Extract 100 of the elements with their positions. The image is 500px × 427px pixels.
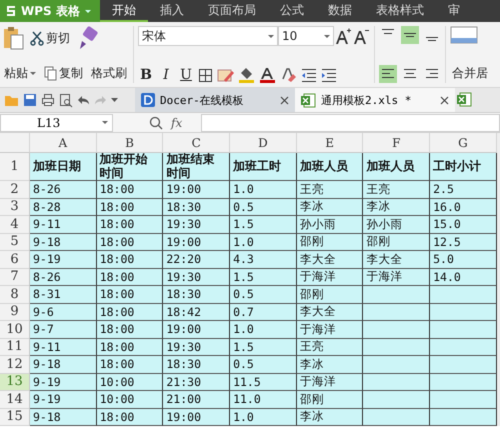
merge-cells-icon[interactable] <box>450 26 478 44</box>
printer-icon[interactable] <box>41 93 55 107</box>
menu-tab[interactable]: 页面布局 <box>196 0 268 22</box>
font-name-value: 宋体 <box>142 28 166 44</box>
table-cell: 18:30 <box>163 286 230 304</box>
increase-font-icon[interactable] <box>334 28 352 44</box>
table-cell: 19:00 <box>163 181 230 198</box>
row-header[interactable]: 4 <box>0 216 30 234</box>
table-cell: 9-6 <box>30 304 97 321</box>
row-header[interactable]: 10 <box>0 321 30 338</box>
table-cell: 于海洋 <box>296 374 364 391</box>
table-cell: 李大全 <box>363 251 430 268</box>
row-header[interactable]: 15 <box>0 408 30 426</box>
align-middle-icon[interactable] <box>401 26 419 44</box>
row-header[interactable]: 12 <box>0 356 30 374</box>
indent-increase-icon[interactable] <box>321 67 337 83</box>
scissors-icon <box>30 30 44 46</box>
row-header[interactable]: 8 <box>0 286 30 304</box>
row-header[interactable]: 5 <box>0 234 30 251</box>
menu-tab[interactable]: 审 <box>436 0 472 22</box>
name-box[interactable]: L13 <box>0 114 113 132</box>
merge-center-button[interactable]: 合并居 <box>450 64 490 83</box>
table-cell: 8-31 <box>30 286 97 304</box>
row-header[interactable]: 7 <box>0 268 30 286</box>
table-cell: 王亮 <box>363 181 430 198</box>
document-tab[interactable]: Docer-在线模板 <box>135 88 295 112</box>
row-header[interactable]: 11 <box>0 338 30 356</box>
table-cell: 1.5 <box>230 216 297 234</box>
table-cell: 10:00 <box>96 391 164 408</box>
paste-button[interactable]: 粘贴 <box>2 64 38 83</box>
copy-button[interactable]: 复制 <box>42 64 85 83</box>
column-header[interactable]: G <box>430 133 497 153</box>
dropdown-caret-icon[interactable] <box>111 98 118 102</box>
row-header[interactable]: 9 <box>0 304 30 321</box>
menu-tab[interactable]: 插入 <box>148 0 196 22</box>
table-cell: 18:00 <box>96 321 164 338</box>
italic-button[interactable]: I <box>158 67 174 83</box>
table-cell: 18:00 <box>96 181 164 198</box>
table-cell: 1.0 <box>230 234 297 251</box>
bold-button[interactable]: B <box>138 67 154 83</box>
app-menu-button[interactable]: WPS 表格 <box>0 0 100 22</box>
column-header[interactable]: F <box>363 133 430 153</box>
insert-function-button[interactable]: fx <box>171 116 182 130</box>
table-cell: 18:00 <box>96 251 164 268</box>
column-header[interactable]: B <box>96 133 164 153</box>
table-cell <box>430 321 497 338</box>
menu-tab[interactable]: 表格样式 <box>364 0 436 22</box>
document-tab[interactable]: 通用模板2.xls * <box>295 88 455 112</box>
table-cell <box>363 408 430 426</box>
formula-input[interactable] <box>201 114 500 132</box>
dropdown-caret-icon[interactable] <box>84 10 91 12</box>
table-cell: 11.0 <box>230 391 297 408</box>
print-preview-icon[interactable] <box>59 92 73 108</box>
table-cell <box>430 356 497 374</box>
table-cell: 11.5 <box>230 374 297 391</box>
menu-tab[interactable]: 公式 <box>268 0 316 22</box>
cut-button[interactable]: 剪切 <box>28 28 72 48</box>
table-cell <box>430 286 497 304</box>
table-cell: 1.0 <box>230 408 297 426</box>
dropdown-caret-icon <box>30 72 36 75</box>
table-cell: 5.0 <box>430 251 497 268</box>
app-name: WPS 表格 <box>21 2 80 20</box>
close-icon[interactable] <box>280 96 289 104</box>
table-cell: 18:30 <box>163 356 230 374</box>
table-cell: 8-26 <box>30 181 97 198</box>
save-icon[interactable] <box>23 93 37 107</box>
indent-decrease-icon[interactable] <box>301 67 317 83</box>
font-size-field[interactable]: 10 <box>278 26 334 46</box>
header-cell: 加班日期 <box>30 153 97 181</box>
row-header[interactable]: 2 <box>0 181 30 198</box>
table-cell: 邵刚 <box>296 286 364 304</box>
format-painter-button[interactable]: 格式刷 <box>89 64 129 83</box>
font-color-icon[interactable] <box>259 67 276 83</box>
clear-format-icon[interactable] <box>280 67 297 83</box>
table-cell: 19:00 <box>163 321 230 338</box>
row-header[interactable]: 3 <box>0 198 30 216</box>
column-header[interactable]: C <box>163 133 230 153</box>
decrease-font-icon[interactable] <box>352 28 370 44</box>
table-cell <box>430 338 497 356</box>
table-cell: 18:00 <box>96 268 164 286</box>
column-header[interactable]: A <box>30 133 97 153</box>
fill-color-icon[interactable] <box>238 67 255 83</box>
row-header[interactable]: 1 <box>0 153 30 181</box>
row-header[interactable]: 6 <box>0 251 30 268</box>
header-cell: 加班工时 <box>230 153 297 181</box>
header-cell: 工时小计 <box>430 153 497 181</box>
row-header[interactable]: 13 <box>0 374 30 391</box>
table-cell: 15.0 <box>430 216 497 234</box>
table-cell: 10:00 <box>96 374 164 391</box>
row-header[interactable]: 14 <box>0 391 30 408</box>
menu-tab[interactable]: 数据 <box>316 0 364 22</box>
zoom-icon[interactable] <box>149 116 163 130</box>
underline-button[interactable]: U <box>178 67 194 83</box>
column-header[interactable]: D <box>230 133 297 153</box>
align-left-icon[interactable] <box>379 65 397 83</box>
font-name-field[interactable]: 宋体 <box>138 26 278 46</box>
column-header[interactable]: E <box>296 133 364 153</box>
document-tab-title: 通用模板2.xls * <box>321 92 412 108</box>
close-icon[interactable] <box>440 96 449 104</box>
borders-icon[interactable] <box>198 68 213 82</box>
